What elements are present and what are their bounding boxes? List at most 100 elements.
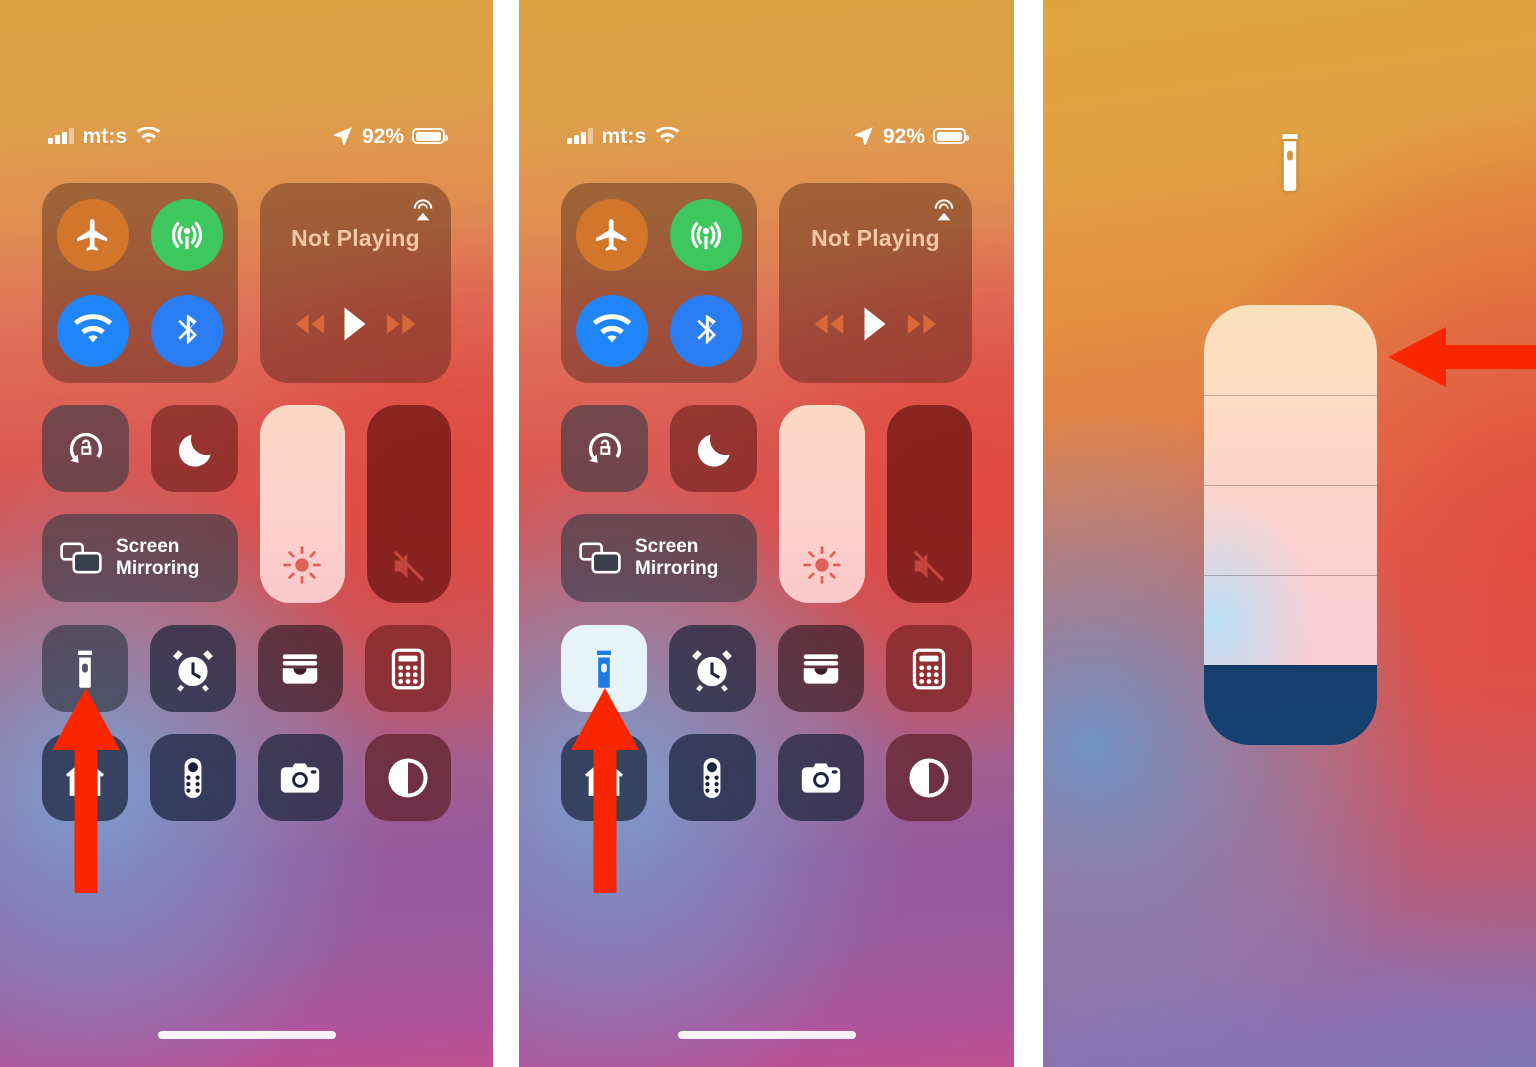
- wifi-button[interactable]: [576, 295, 648, 367]
- bluetooth-icon: [178, 315, 197, 344]
- screen-mirroring-label-line1: Screen: [635, 535, 699, 557]
- screenshot-stage: mt:s 92% Not Playing Screen Mirroring mt…: [0, 0, 1536, 1067]
- rewind-icon: [295, 314, 324, 334]
- flashlight-header-icon-wrap: [1043, 132, 1536, 194]
- wifi-button[interactable]: [57, 295, 129, 367]
- speaker-muted-icon: [887, 547, 973, 585]
- screen-mirroring-button[interactable]: Screen Mirroring: [561, 514, 757, 602]
- media-title: Not Playing: [811, 225, 940, 251]
- volume-slider[interactable]: [366, 405, 452, 603]
- alarm-clock-icon: [172, 649, 213, 692]
- calculator-button[interactable]: [365, 625, 451, 712]
- wifi-icon: [593, 314, 631, 343]
- forward-button[interactable]: [384, 311, 418, 342]
- play-icon: [344, 307, 366, 341]
- carrier-label: mt:s: [82, 124, 128, 148]
- apple-tv-remote-button[interactable]: [669, 734, 756, 821]
- tv-remote-icon: [184, 757, 202, 798]
- screen-mirroring-label-line2: Mirroring: [635, 558, 719, 579]
- cellular-data-button[interactable]: [670, 199, 742, 271]
- flashlight-icon: [1281, 134, 1298, 192]
- speaker-muted-icon: [367, 547, 452, 585]
- airplane-mode-button[interactable]: [576, 199, 648, 271]
- bluetooth-button[interactable]: [151, 295, 223, 367]
- flashlight-icon: [77, 650, 92, 688]
- airplane-mode-button[interactable]: [57, 199, 129, 271]
- wallet-icon: [283, 653, 318, 684]
- phone-screenshot-panel-1: mt:s 92% Not Playing Screen Mirroring: [0, 0, 493, 1067]
- status-bar: mt:s 92%: [0, 118, 493, 154]
- rotation-lock-icon: [69, 432, 102, 463]
- rewind-button[interactable]: [293, 311, 327, 342]
- fast-forward-icon: [386, 314, 416, 334]
- screen-mirroring-button[interactable]: Screen Mirroring: [42, 514, 238, 602]
- volume-slider[interactable]: [886, 405, 973, 603]
- play-button[interactable]: [860, 306, 890, 347]
- do-not-disturb-button[interactable]: [151, 405, 238, 492]
- media-controls: [779, 306, 972, 347]
- slider-segment-divider-3: [1204, 575, 1377, 576]
- play-button[interactable]: [340, 306, 370, 347]
- cellular-bars-icon: [48, 128, 74, 144]
- phone-screenshot-panel-2: mt:s 92% Not Playing Screen Mirroring: [519, 0, 1014, 1067]
- do-not-disturb-button[interactable]: [670, 405, 757, 492]
- rewind-button[interactable]: [812, 311, 846, 342]
- cellular-data-button[interactable]: [151, 199, 223, 271]
- connectivity-tile[interactable]: [561, 183, 757, 383]
- camera-button[interactable]: [257, 734, 344, 821]
- cellular-bars-icon: [567, 128, 593, 144]
- moon-icon: [178, 434, 211, 467]
- forward-button[interactable]: [905, 311, 939, 342]
- rewind-icon: [814, 314, 844, 334]
- control-center-middle-row: Screen Mirroring: [561, 405, 972, 603]
- slider-segment-divider-2: [1204, 485, 1377, 486]
- media-playback-tile[interactable]: Not Playing: [779, 183, 972, 383]
- cellular-antenna-icon: [690, 221, 722, 250]
- wallet-button[interactable]: [257, 625, 344, 712]
- alarm-button[interactable]: [669, 625, 756, 712]
- rotation-lock-button[interactable]: [561, 405, 648, 492]
- annotation-arrow-left-3: [1388, 325, 1536, 389]
- location-arrow-icon: [333, 127, 352, 146]
- bluetooth-button[interactable]: [670, 295, 742, 367]
- brightness-slider[interactable]: [260, 405, 345, 603]
- tv-remote-icon: [703, 757, 721, 798]
- rotation-lock-button[interactable]: [42, 405, 129, 492]
- airplay-audio-icon: [413, 199, 433, 221]
- calculator-icon: [912, 648, 946, 689]
- screen-mirroring-label-line2: Mirroring: [116, 558, 200, 579]
- brightness-sun-icon: [779, 545, 865, 585]
- apple-tv-remote-button[interactable]: [149, 734, 236, 821]
- brightness-slider[interactable]: [779, 405, 865, 603]
- slider-segment-divider-1: [1204, 395, 1377, 396]
- carrier-label: mt:s: [601, 124, 647, 148]
- flashlight-brightness-slider[interactable]: [1204, 305, 1377, 745]
- control-center-top-row: Not Playing: [561, 183, 972, 383]
- alarm-clock-icon: [692, 649, 733, 692]
- wallet-icon: [803, 653, 838, 684]
- dark-mode-button[interactable]: [365, 734, 451, 821]
- annotation-arrow-up-1: [48, 688, 124, 893]
- airplay-button[interactable]: [930, 197, 958, 230]
- alarm-button[interactable]: [149, 625, 236, 712]
- home-indicator[interactable]: [157, 1031, 336, 1039]
- camera-icon: [281, 762, 320, 793]
- home-indicator[interactable]: [677, 1031, 856, 1039]
- media-title: Not Playing: [291, 225, 420, 251]
- screen-mirroring-icon: [60, 542, 102, 574]
- wallet-button[interactable]: [777, 625, 864, 712]
- camera-icon: [801, 762, 840, 793]
- dark-mode-circle-icon: [909, 757, 949, 798]
- dark-mode-button[interactable]: [885, 734, 972, 821]
- wifi-icon: [74, 314, 112, 343]
- cellular-antenna-icon: [171, 221, 203, 250]
- flashlight-icon: [597, 650, 612, 688]
- camera-button[interactable]: [777, 734, 864, 821]
- screen-mirroring-label: Screen Mirroring: [116, 536, 199, 581]
- airplay-button[interactable]: [409, 197, 437, 230]
- play-icon: [864, 307, 886, 341]
- calculator-button[interactable]: [885, 625, 972, 712]
- wifi-icon: [136, 126, 161, 143]
- media-playback-tile[interactable]: Not Playing: [260, 183, 451, 383]
- connectivity-tile[interactable]: [42, 183, 238, 383]
